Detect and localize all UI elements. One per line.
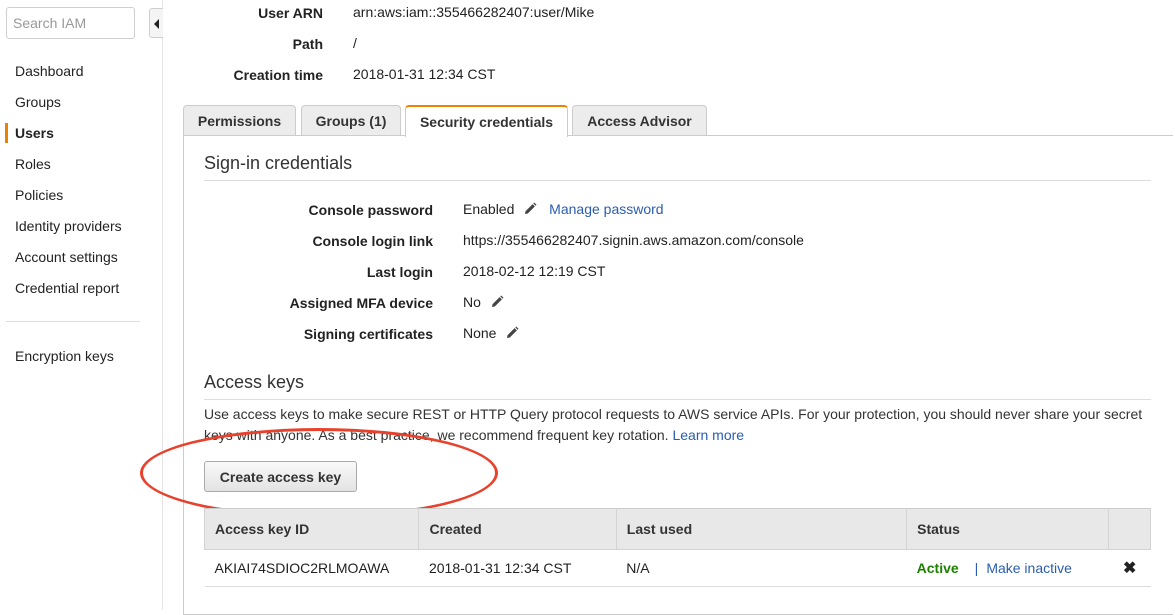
status-separator: | [974,560,979,576]
learn-more-link[interactable]: Learn more [672,427,744,443]
mfa-label: Assigned MFA device [289,295,433,311]
sidebar-item-identity-providers[interactable]: Identity providers [0,211,162,242]
signin-divider [204,180,1151,181]
table-row: AKIAI74SDIOC2RLMOAWA 2018-01-31 12:34 CS… [204,549,1151,587]
delete-x-icon[interactable]: ✖ [1123,560,1136,577]
console-login-link-value: https://355466282407.signin.aws.amazon.c… [463,232,804,248]
col-status: Status [906,508,1110,550]
sidebar-item-encryption-keys[interactable]: Encryption keys [0,341,162,372]
console-login-link-label: Console login link [312,233,433,249]
tab-permissions[interactable]: Permissions [183,105,296,136]
col-actions [1108,508,1151,550]
sidebar-item-policies[interactable]: Policies [0,180,162,211]
signing-certs-row: Signing certificates None [204,325,1104,346]
status-badge: Active [916,560,959,576]
path-value: / [353,35,357,51]
status-cell: Active | Make inactive [906,549,1109,587]
signing-certs-value: None [463,325,497,341]
console-password-row: Console password Enabled Manage password [204,201,1104,222]
search-input[interactable] [6,7,135,39]
sidebar-item-credential-report[interactable]: Credential report [0,273,162,304]
sidebar-item-groups[interactable]: Groups [0,87,162,118]
delete-cell: ✖ [1108,549,1151,587]
sidebar-item-dashboard[interactable]: Dashboard [0,56,162,87]
col-last-used: Last used [615,508,908,550]
tab-access-advisor[interactable]: Access Advisor [572,105,707,136]
console-password-value: Enabled [463,201,515,217]
signing-certs-label: Signing certificates [303,326,433,342]
tab-security-credentials[interactable]: Security credentials [405,105,568,137]
sidebar-nav-extra: Encryption keys [0,341,162,372]
mfa-value-wrap: No [463,294,504,310]
sidebar-item-roles[interactable]: Roles [0,149,162,180]
manage-password-link[interactable]: Manage password [549,201,663,217]
mfa-row: Assigned MFA device No [204,294,1104,315]
user-arn-value: arn:aws:iam::355466282407:user/Mike [353,4,595,20]
console-password-label: Console password [308,202,433,218]
access-key-id-cell: AKIAI74SDIOC2RLMOAWA [204,549,419,587]
last-login-label: Last login [366,264,433,280]
user-arn-label: User ARN [258,5,323,21]
col-access-key-id: Access key ID [203,508,420,550]
creation-time-value: 2018-01-31 12:34 CST [353,66,496,82]
access-keys-title: Access keys [204,372,305,392]
access-keys-divider [204,399,1151,400]
created-cell: 2018-01-31 12:34 CST [418,549,617,587]
access-keys-table: Access key ID Created Last used Status A… [203,508,1151,587]
create-access-key-button[interactable]: Create access key [204,461,357,492]
last-used-cell: N/A [616,549,907,587]
sidebar-nav: Dashboard Groups Users Roles Policies Id… [0,56,162,304]
make-inactive-link[interactable]: Make inactive [986,560,1072,576]
creation-time-label: Creation time [233,67,323,83]
access-keys-description: Use access keys to make secure REST or H… [204,404,1164,446]
console-password-value-wrap: Enabled Manage password [463,201,664,217]
sidebar-item-users[interactable]: Users [0,118,162,149]
path-label: Path [292,36,323,52]
console-login-link-row: Console login link https://355466282407.… [204,232,1104,253]
sidebar-divider [6,321,140,322]
pencil-icon[interactable] [505,326,519,340]
pencil-icon[interactable] [523,202,537,216]
mfa-value: No [463,294,481,310]
last-login-row: Last login 2018-02-12 12:19 CST [204,263,1104,284]
sidebar-item-account-settings[interactable]: Account settings [0,242,162,273]
last-login-value: 2018-02-12 12:19 CST [463,263,606,279]
signin-credentials-title: Sign-in credentials [204,153,353,173]
tab-groups[interactable]: Groups (1) [301,105,401,136]
col-created: Created [418,508,617,550]
sidebar: Dashboard Groups Users Roles Policies Id… [0,0,163,610]
signing-certs-value-wrap: None [463,325,519,341]
pencil-icon[interactable] [490,295,504,309]
table-header-row: Access key ID Created Last used Status [203,508,1151,550]
collapse-sidebar-icon[interactable] [149,8,163,38]
